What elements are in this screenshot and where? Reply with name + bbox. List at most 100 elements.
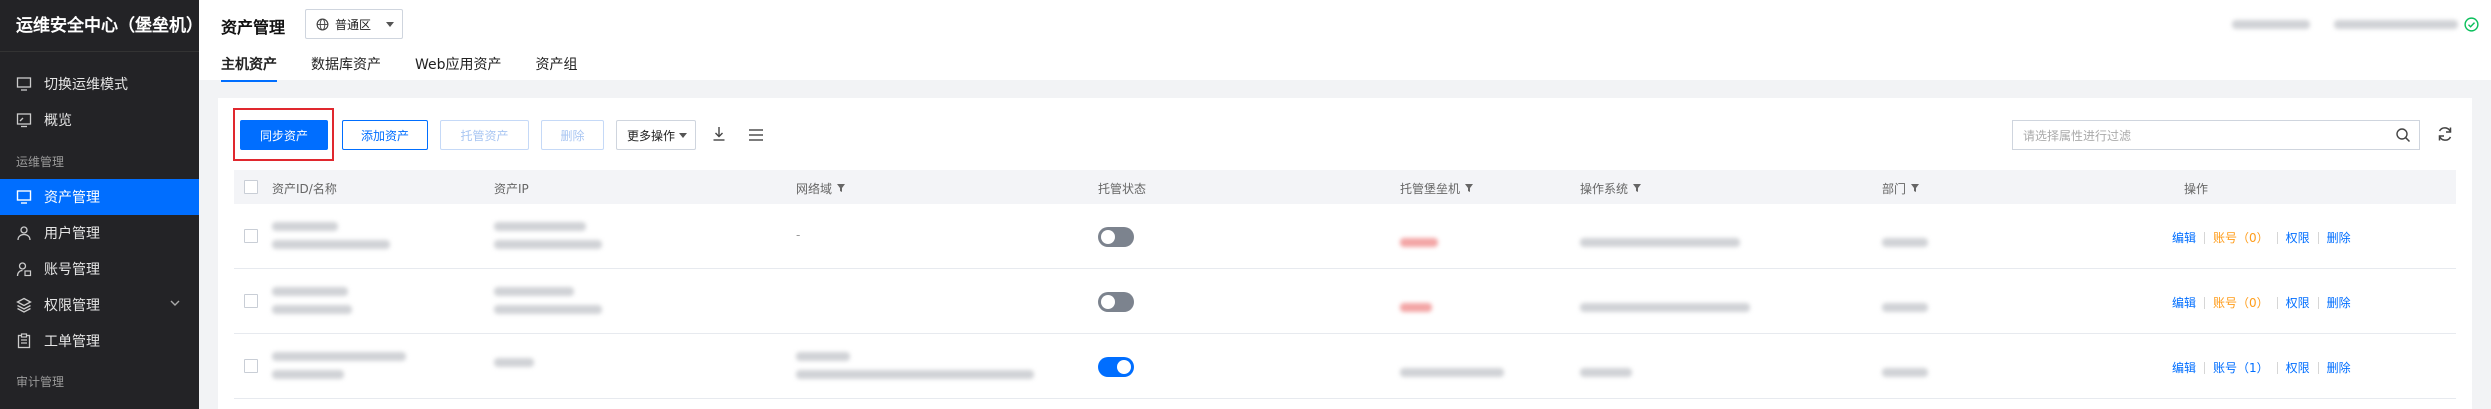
- column-asset-id: 资产ID/名称: [272, 180, 337, 197]
- account-link[interactable]: 账号（1）: [2213, 359, 2269, 376]
- divider: [2204, 361, 2206, 374]
- account-link[interactable]: 账号（0）: [2213, 229, 2269, 246]
- filter-search-input[interactable]: 请选择属性进行过滤: [2012, 120, 2420, 150]
- sidebar-item-user-management[interactable]: 用户管理: [0, 215, 199, 251]
- select-all-checkbox[interactable]: [244, 180, 258, 194]
- check-circle-icon: [2464, 17, 2479, 32]
- filter-icon[interactable]: [1632, 182, 1642, 196]
- toggle-knob: [1101, 230, 1115, 244]
- row-checkbox[interactable]: [244, 229, 258, 243]
- asset-id-redacted[interactable]: [272, 222, 390, 249]
- host-status-toggle[interactable]: [1098, 292, 1134, 312]
- dashboard-icon: [16, 112, 32, 128]
- table-row: 编辑 账号（1） 权限 删除: [234, 334, 2456, 399]
- toggle-knob: [1101, 295, 1115, 309]
- toggle-knob: [1117, 360, 1131, 374]
- divider: [2204, 231, 2206, 244]
- download-icon[interactable]: [712, 126, 726, 146]
- column-network-domain: 网络域: [796, 180, 846, 197]
- bastion-redacted: [1400, 362, 1504, 381]
- more-actions-label: 更多操作: [627, 128, 676, 143]
- page-title: 资产管理: [221, 18, 286, 37]
- sidebar-item-ticket-management[interactable]: 工单管理: [0, 323, 199, 359]
- sidebar-item-switch-mode[interactable]: 切换运维模式: [0, 66, 199, 102]
- filter-icon[interactable]: [836, 182, 846, 196]
- delete-button[interactable]: 删除: [541, 120, 604, 150]
- asset-tabs: 主机资产 数据库资产 Web应用资产 资产组: [221, 54, 612, 82]
- column-label: 资产IP: [494, 182, 529, 196]
- column-department: 部门: [1882, 180, 1920, 197]
- filter-icon[interactable]: [1910, 182, 1920, 196]
- clipboard-icon: [16, 333, 32, 349]
- tab-database-assets[interactable]: 数据库资产: [311, 54, 381, 82]
- tab-host-assets[interactable]: 主机资产: [221, 54, 277, 82]
- asset-id-redacted[interactable]: [272, 352, 406, 379]
- divider: [2317, 296, 2319, 309]
- host-asset-button[interactable]: 托管资产: [440, 120, 529, 150]
- filter-icon[interactable]: [1464, 182, 1474, 196]
- permission-link[interactable]: 权限: [2286, 229, 2310, 246]
- sidebar-item-label: 账号管理: [44, 262, 100, 278]
- column-host-status: 托管状态: [1098, 180, 1146, 197]
- row-actions: 编辑 账号（0） 权限 删除: [2172, 294, 2351, 311]
- sidebar-item-label: 资产管理: [44, 190, 100, 206]
- column-bastion: 托管堡垒机: [1400, 180, 1474, 197]
- department-redacted: [1882, 297, 1928, 316]
- tab-web-assets[interactable]: Web应用资产: [415, 54, 502, 82]
- column-label: 网络域: [796, 182, 833, 196]
- host-status-toggle[interactable]: [1098, 357, 1134, 377]
- row-checkbox[interactable]: [244, 294, 258, 308]
- tab-asset-groups[interactable]: 资产组: [536, 54, 578, 82]
- department-redacted: [1882, 362, 1928, 381]
- caret-down-icon: [386, 22, 394, 27]
- column-asset-ip: 资产IP: [494, 180, 529, 197]
- permission-link[interactable]: 权限: [2286, 294, 2310, 311]
- refresh-icon[interactable]: [2436, 125, 2454, 147]
- app-root: 运维安全中心（堡垒机） 切换运维模式 概览 运维管理 资产管理 用户管理 账号管…: [0, 0, 2491, 409]
- column-label: 操作: [2184, 182, 2209, 196]
- sidebar-item-overview[interactable]: 概览: [0, 102, 199, 138]
- account-info-redacted: [2232, 20, 2310, 29]
- network-domain-value: -: [796, 228, 801, 242]
- divider: [2317, 231, 2319, 244]
- more-actions-dropdown[interactable]: 更多操作: [616, 120, 696, 150]
- edit-link[interactable]: 编辑: [2172, 294, 2196, 311]
- delete-link[interactable]: 删除: [2327, 229, 2351, 246]
- host-status-toggle[interactable]: [1098, 227, 1134, 247]
- delete-link[interactable]: 删除: [2327, 359, 2351, 376]
- bastion-redacted: [1400, 232, 1438, 251]
- column-label: 资产ID/名称: [272, 182, 337, 196]
- sidebar-item-account-management[interactable]: 账号管理: [0, 251, 199, 287]
- column-label: 托管状态: [1098, 182, 1147, 196]
- sidebar-item-asset-management[interactable]: 资产管理: [0, 179, 199, 215]
- asset-id-redacted[interactable]: [272, 287, 352, 314]
- list-settings-icon[interactable]: [748, 127, 764, 146]
- edit-link[interactable]: 编辑: [2172, 359, 2196, 376]
- add-asset-button[interactable]: 添加资产: [342, 120, 428, 150]
- region-select[interactable]: 普通区: [305, 9, 403, 39]
- sync-assets-button[interactable]: 同步资产: [240, 120, 328, 150]
- asset-ip-redacted: [494, 287, 602, 314]
- row-checkbox[interactable]: [244, 359, 258, 373]
- asset-ip-redacted: [494, 358, 534, 367]
- column-label: 托管堡垒机: [1400, 182, 1461, 196]
- account-icon: [16, 261, 32, 277]
- sidebar-group-ops: 运维管理: [16, 155, 65, 169]
- sidebar: 运维安全中心（堡垒机） 切换运维模式 概览 运维管理 资产管理 用户管理 账号管…: [0, 0, 203, 409]
- header-right: [2232, 17, 2479, 32]
- chevron-down-icon: [169, 297, 181, 313]
- search-icon[interactable]: [2395, 127, 2411, 146]
- account-link[interactable]: 账号（0）: [2213, 294, 2269, 311]
- search-placeholder: 请选择属性进行过滤: [2023, 128, 2132, 143]
- edit-link[interactable]: 编辑: [2172, 229, 2196, 246]
- sidebar-group-audit: 审计管理: [16, 375, 65, 389]
- permission-link[interactable]: 权限: [2286, 359, 2310, 376]
- bastion-redacted: [1400, 297, 1432, 316]
- monitor-icon: [16, 189, 32, 205]
- os-redacted: [1580, 362, 1632, 381]
- sidebar-item-label: 用户管理: [44, 226, 100, 242]
- sidebar-item-permission-management[interactable]: 权限管理: [0, 287, 199, 323]
- column-label: 操作系统: [1580, 182, 1629, 196]
- delete-link[interactable]: 删除: [2327, 294, 2351, 311]
- sidebar-item-label: 工单管理: [44, 334, 100, 350]
